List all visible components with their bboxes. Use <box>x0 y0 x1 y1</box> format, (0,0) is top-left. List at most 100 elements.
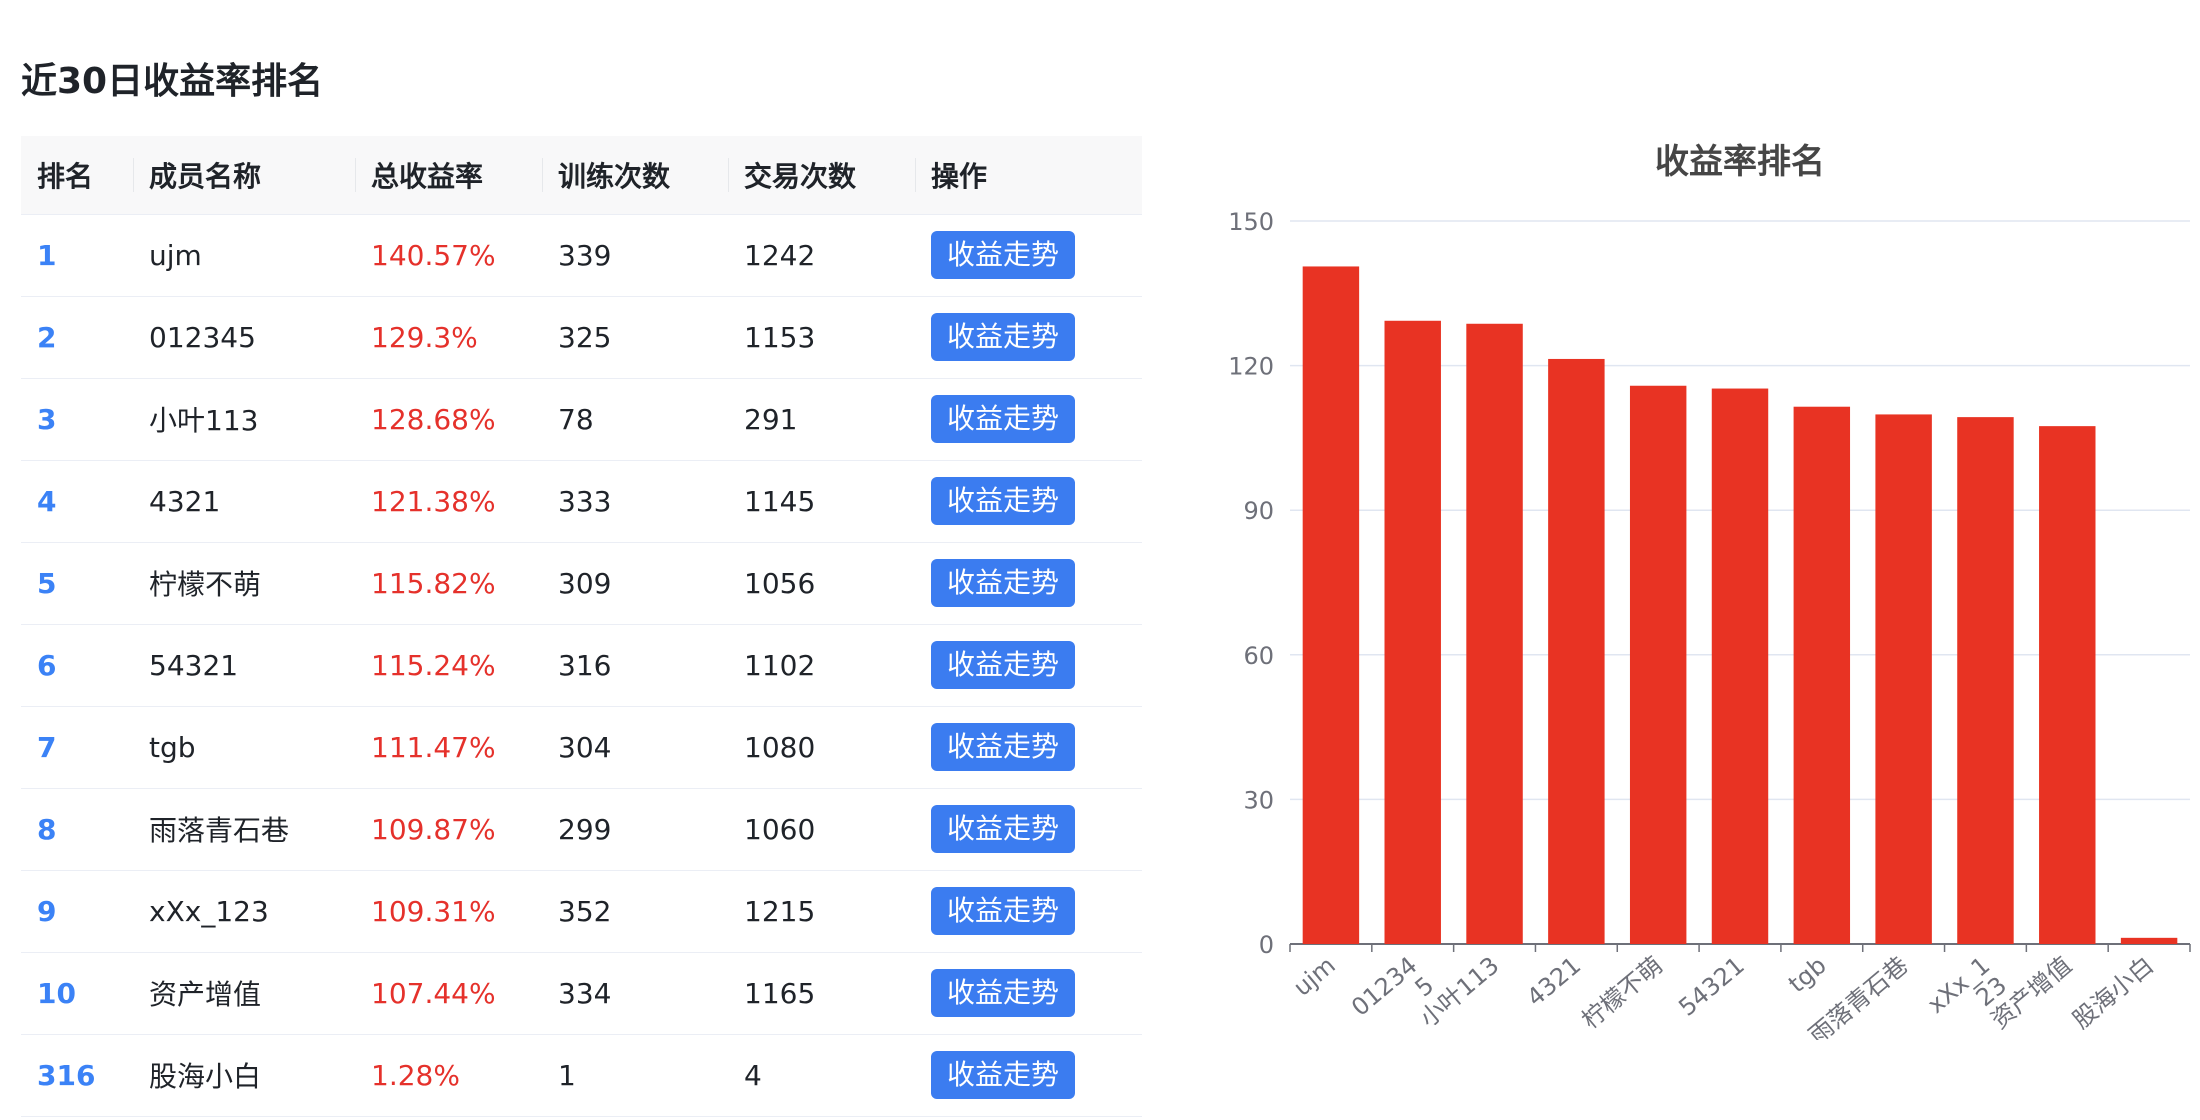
return-rate-cell: 128.68% <box>371 402 496 436</box>
return-rate-cell: 109.31% <box>371 894 496 928</box>
return-trend-button[interactable]: 收益走势 <box>931 969 1076 1017</box>
return-rate-cell: 115.24% <box>371 648 496 682</box>
rank-cell: 4 <box>37 484 57 518</box>
rank-cell: 7 <box>37 730 57 764</box>
member-name-cell: 012345 <box>149 320 256 354</box>
member-name-cell: xXx_123 <box>149 894 269 928</box>
return-trend-button[interactable]: 收益走势 <box>931 641 1076 689</box>
member-name-cell: ujm <box>149 238 202 272</box>
training-count-cell: 352 <box>558 894 612 928</box>
member-name-cell: 股海小白 <box>149 1060 262 1093</box>
return-rate-cell: 107.44% <box>371 976 496 1010</box>
return-trend-button[interactable]: 收益走势 <box>931 559 1076 607</box>
page-title: 近30日收益率排名 <box>21 61 324 102</box>
x-tick-label-line: ujm <box>1288 951 1341 1002</box>
action-cell: 收益走势 <box>915 624 1142 706</box>
table-row: 5 柠檬不萌 115.82% 309 1056 收益走势 <box>21 542 1142 624</box>
return-rate-cell: 1.28% <box>371 1058 460 1092</box>
x-tick-label-line: 01234 <box>1346 951 1422 1022</box>
table-row: 8 雨落青石巷 109.87% 299 1060 收益走势 <box>21 788 1142 870</box>
return-rate-cell: 115.82% <box>371 566 496 600</box>
return-trend-button[interactable]: 收益走势 <box>931 805 1076 853</box>
header-rank: 排名 <box>21 136 133 215</box>
bar <box>1466 323 1523 944</box>
table-row: 3 小叶113 128.68% 78 291 收益走势 <box>21 378 1142 460</box>
member-name-cell: 柠檬不萌 <box>149 568 262 601</box>
bar <box>1711 388 1769 944</box>
return-trend-button[interactable]: 收益走势 <box>931 1051 1076 1099</box>
header-member-name: 成员名称 <box>133 136 355 215</box>
rank-cell: 1 <box>37 238 57 272</box>
bar <box>2120 937 2178 944</box>
training-count-cell: 334 <box>558 976 612 1010</box>
x-tick-label: 股海小白 <box>2067 951 2159 1034</box>
return-rate-cell: 109.87% <box>371 812 496 846</box>
return-rate-cell: 140.57% <box>371 238 496 272</box>
member-name-cell: 54321 <box>149 648 239 682</box>
header-training-count: 训练次数 <box>542 136 728 215</box>
trade-count-cell: 1215 <box>744 894 816 928</box>
training-count-cell: 325 <box>558 320 612 354</box>
action-cell: 收益走势 <box>915 460 1142 542</box>
x-tick-label-line: 柠檬不萌 <box>1577 951 1669 1034</box>
action-cell: 收益走势 <box>915 870 1142 952</box>
header-actions: 操作 <box>915 136 1142 215</box>
x-tick-label: 012345 <box>1346 951 1439 1040</box>
y-tick-label: 30 <box>1243 786 1274 814</box>
return-rate-cell: 129.3% <box>371 320 478 354</box>
y-tick-label: 120 <box>1228 353 1274 381</box>
rank-cell: 3 <box>37 402 57 436</box>
action-cell: 收益走势 <box>915 952 1142 1034</box>
x-tick-label: ujm <box>1288 951 1341 1002</box>
table-row: 316 股海小白 1.28% 1 4 收益走势 <box>21 1034 1142 1116</box>
ranking-table-container: 排名 成员名称 总收益率 训练次数 交易次数 操作 1 ujm 140.57% … <box>21 136 1142 1117</box>
member-name-cell: tgb <box>149 730 196 764</box>
return-trend-button[interactable]: 收益走势 <box>931 231 1076 279</box>
rank-cell: 9 <box>37 894 57 928</box>
header-trade-count: 交易次数 <box>728 136 915 215</box>
trade-count-cell: 1080 <box>744 730 816 764</box>
table-row: 10 资产增值 107.44% 334 1165 收益走势 <box>21 952 1142 1034</box>
header-total-return: 总收益率 <box>355 136 542 215</box>
return-trend-button[interactable]: 收益走势 <box>931 395 1076 443</box>
return-rate-cell: 121.38% <box>371 484 496 518</box>
action-cell: 收益走势 <box>915 378 1142 460</box>
training-count-cell: 309 <box>558 566 612 600</box>
table-row: 4 4321 121.38% 333 1145 收益走势 <box>21 460 1142 542</box>
rank-cell: 6 <box>37 648 57 682</box>
bar <box>1302 266 1360 944</box>
action-cell: 收益走势 <box>915 706 1142 788</box>
training-count-cell: 304 <box>558 730 612 764</box>
return-trend-button[interactable]: 收益走势 <box>931 313 1076 361</box>
table-row: 7 tgb 111.47% 304 1080 收益走势 <box>21 706 1142 788</box>
y-tick-label: 60 <box>1243 642 1274 670</box>
action-cell: 收益走势 <box>915 1034 1142 1116</box>
x-tick-label-line: 股海小白 <box>2067 951 2159 1034</box>
return-rate-cell: 111.47% <box>371 730 496 764</box>
trade-count-cell: 4 <box>744 1058 762 1092</box>
return-trend-button[interactable]: 收益走势 <box>931 477 1076 525</box>
training-count-cell: 78 <box>558 402 594 436</box>
member-name-cell: 小叶113 <box>149 404 259 437</box>
trade-count-cell: 291 <box>744 402 798 436</box>
x-tick-label-line: tgb <box>1783 951 1832 998</box>
y-tick-label: 90 <box>1243 497 1274 525</box>
action-cell: 收益走势 <box>915 542 1142 624</box>
y-tick-label: 0 <box>1259 931 1274 959</box>
return-trend-button[interactable]: 收益走势 <box>931 887 1076 935</box>
trade-count-cell: 1102 <box>744 648 816 682</box>
trade-count-cell: 1153 <box>744 320 816 354</box>
bar-chart-svg: 收益率排名0306090120150ujm 012345小叶113 4321柠檬不萌… <box>1228 142 2191 1050</box>
action-cell: 收益走势 <box>915 214 1142 296</box>
table-row: 2 012345 129.3% 325 1153 收益走势 <box>21 296 1142 378</box>
training-count-cell: 339 <box>558 238 612 272</box>
rank-cell: 8 <box>37 812 57 846</box>
training-count-cell: 333 <box>558 484 612 518</box>
rank-cell: 5 <box>37 566 57 600</box>
return-ranking-chart: 收益率排名 0 30 60 90 120 150 ujm 012345 小叶113 4321 柠檬不萌… <box>1200 120 2200 1050</box>
ranking-table: 排名 成员名称 总收益率 训练次数 交易次数 操作 1 ujm 140.57% … <box>21 136 1142 1117</box>
return-trend-button[interactable]: 收益走势 <box>931 723 1076 771</box>
action-cell: 收益走势 <box>915 788 1142 870</box>
trade-count-cell: 1165 <box>744 976 816 1010</box>
training-count-cell: 1 <box>558 1058 576 1092</box>
